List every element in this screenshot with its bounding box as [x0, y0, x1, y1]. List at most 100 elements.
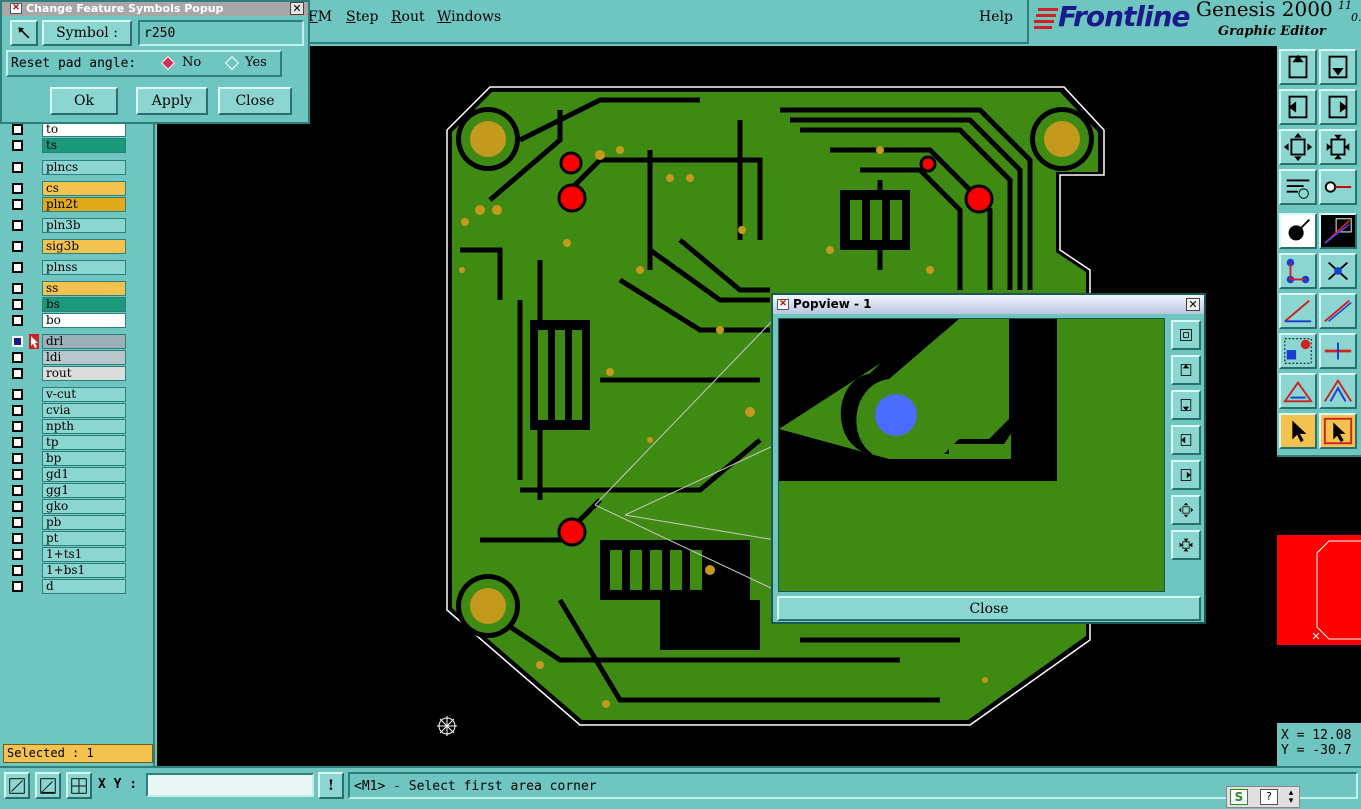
layer-checkbox[interactable] — [12, 405, 23, 416]
radio-yes-icon[interactable] — [224, 55, 240, 71]
window-menu-icon[interactable]: ✕ — [10, 3, 22, 14]
layer-row-sig3b[interactable]: sig3b — [6, 239, 126, 254]
radio-yes-label[interactable]: Yes — [245, 55, 267, 70]
layer-row-v-cut[interactable]: v-cut — [6, 387, 126, 402]
delete-node-icon[interactable] — [1319, 253, 1357, 289]
board-minimap[interactable] — [1277, 455, 1361, 723]
radio-no-icon[interactable] — [160, 55, 176, 71]
grid-icon[interactable] — [66, 772, 92, 799]
radio-no-label[interactable]: No — [182, 55, 201, 70]
zoom-in-icon[interactable] — [1319, 129, 1357, 165]
layer-checkbox[interactable] — [12, 533, 23, 544]
zoom-home-icon[interactable] — [1279, 49, 1317, 85]
tray-help-icon[interactable]: ? — [1260, 789, 1278, 805]
layer-checkbox[interactable] — [12, 565, 23, 576]
menu-fm[interactable]: FM — [308, 9, 332, 25]
close-button[interactable]: Close — [218, 87, 292, 115]
layer-row-tp[interactable]: tp — [6, 435, 126, 450]
connect-nodes-icon[interactable] — [1279, 253, 1317, 289]
layer-row-bp[interactable]: bp — [6, 451, 126, 466]
layer-row-bs[interactable]: bs — [6, 297, 126, 312]
layer-checkbox[interactable] — [12, 241, 23, 252]
ok-button[interactable]: Ok — [50, 87, 118, 115]
line-slope-icon[interactable] — [1319, 293, 1357, 329]
pan-right-icon[interactable] — [1319, 89, 1357, 125]
layer-checkbox[interactable] — [12, 336, 23, 347]
add-line-icon[interactable] — [1319, 213, 1357, 249]
layer-row-pt[interactable]: pt — [6, 531, 126, 546]
popview-close-button[interactable]: Close — [777, 596, 1201, 621]
layer-row-pb[interactable]: pb — [6, 515, 126, 530]
popview-menu-icon[interactable]: ✕ — [777, 299, 789, 310]
layer-row-to[interactable]: to — [6, 122, 126, 137]
layer-checkbox[interactable] — [12, 421, 23, 432]
line-angle-icon[interactable] — [1279, 293, 1317, 329]
popview-fit-icon[interactable] — [1171, 320, 1201, 350]
layer-checkbox[interactable] — [12, 220, 23, 231]
layer-row-pln2t[interactable]: pln2t — [6, 197, 126, 212]
layer-checkbox[interactable] — [12, 389, 23, 400]
layer-checkbox[interactable] — [12, 517, 23, 528]
layer-row-gg1[interactable]: gg1 — [6, 483, 126, 498]
split-line-icon[interactable] — [1319, 333, 1357, 369]
layer-checkbox[interactable] — [12, 299, 23, 310]
zoom-fit-icon[interactable] — [1279, 129, 1317, 165]
layer-row-cvia[interactable]: cvia — [6, 403, 126, 418]
layer-row-d[interactable]: d — [6, 579, 126, 594]
pad-snap-icon[interactable] — [1279, 333, 1317, 369]
probe-tool-icon[interactable] — [1319, 169, 1357, 205]
xy-input[interactable] — [146, 773, 314, 797]
layer-row-ldi[interactable]: ldi — [6, 350, 126, 365]
popup-close-icon[interactable]: ✕ — [290, 2, 304, 15]
layer-checkbox[interactable] — [12, 162, 23, 173]
layer-checkbox[interactable] — [12, 485, 23, 496]
layer-checkbox[interactable] — [12, 199, 23, 210]
layer-checkbox[interactable] — [12, 283, 23, 294]
popview-zoom-canvas[interactable] — [778, 318, 1165, 592]
layer-checkbox[interactable] — [12, 437, 23, 448]
menu-help[interactable]: Help — [979, 9, 1013, 25]
layer-row-drl[interactable]: drl — [6, 334, 126, 349]
layer-row-rout[interactable]: rout — [6, 366, 126, 381]
popview-up-icon[interactable] — [1171, 355, 1201, 385]
layer-checkbox[interactable] — [12, 368, 23, 379]
select-pointer-icon[interactable] — [1279, 413, 1317, 449]
layer-row-1+bs1[interactable]: 1+bs1 — [6, 563, 126, 578]
symbol-input[interactable] — [138, 20, 304, 46]
layer-checkbox[interactable] — [12, 315, 23, 326]
layer-row-1+ts1[interactable]: 1+ts1 — [6, 547, 126, 562]
layer-row-bo[interactable]: bo — [6, 313, 126, 328]
layer-checkbox[interactable] — [12, 140, 23, 151]
zoom-down-icon[interactable] — [1319, 49, 1357, 85]
layer-row-ss[interactable]: ss — [6, 281, 126, 296]
measure-tool-icon[interactable] — [1279, 169, 1317, 205]
popview-right-icon[interactable] — [1171, 460, 1201, 490]
tray-s-icon[interactable]: S — [1230, 789, 1248, 805]
layer-row-pln3b[interactable]: pln3b — [6, 218, 126, 233]
popview-zoom-out-icon[interactable] — [1171, 495, 1201, 525]
layer-row-plnss[interactable]: plnss — [6, 260, 126, 275]
add-pad-icon[interactable] — [1279, 213, 1317, 249]
menu-rout[interactable]: Rout — [391, 9, 425, 25]
layer-checkbox[interactable] — [12, 469, 23, 480]
layer-checkbox[interactable] — [12, 501, 23, 512]
symbol-pick-icon[interactable] — [10, 20, 38, 46]
select-area-icon[interactable] — [1319, 413, 1357, 449]
zoom-window-icon[interactable] — [4, 772, 30, 799]
layer-checkbox[interactable] — [12, 262, 23, 273]
layer-row-ts[interactable]: ts — [6, 138, 126, 153]
menu-windows[interactable]: Windows — [437, 9, 501, 25]
tray-spin-icon[interactable]: ▴ ▾ — [1285, 789, 1297, 806]
layer-checkbox[interactable] — [12, 124, 23, 135]
layer-row-cs[interactable]: cs — [6, 181, 126, 196]
triangle-tool-icon[interactable] — [1279, 373, 1317, 409]
layer-row-gko[interactable]: gko — [6, 499, 126, 514]
pan-left-icon[interactable] — [1279, 89, 1317, 125]
symbol-label[interactable]: Symbol : — [42, 20, 132, 46]
menu-step[interactable]: Step — [346, 9, 378, 25]
layer-checkbox[interactable] — [12, 549, 23, 560]
layer-checkbox[interactable] — [12, 581, 23, 592]
layer-row-npth[interactable]: npth — [6, 419, 126, 434]
apply-button[interactable]: Apply — [136, 87, 208, 115]
layer-row-gd1[interactable]: gd1 — [6, 467, 126, 482]
